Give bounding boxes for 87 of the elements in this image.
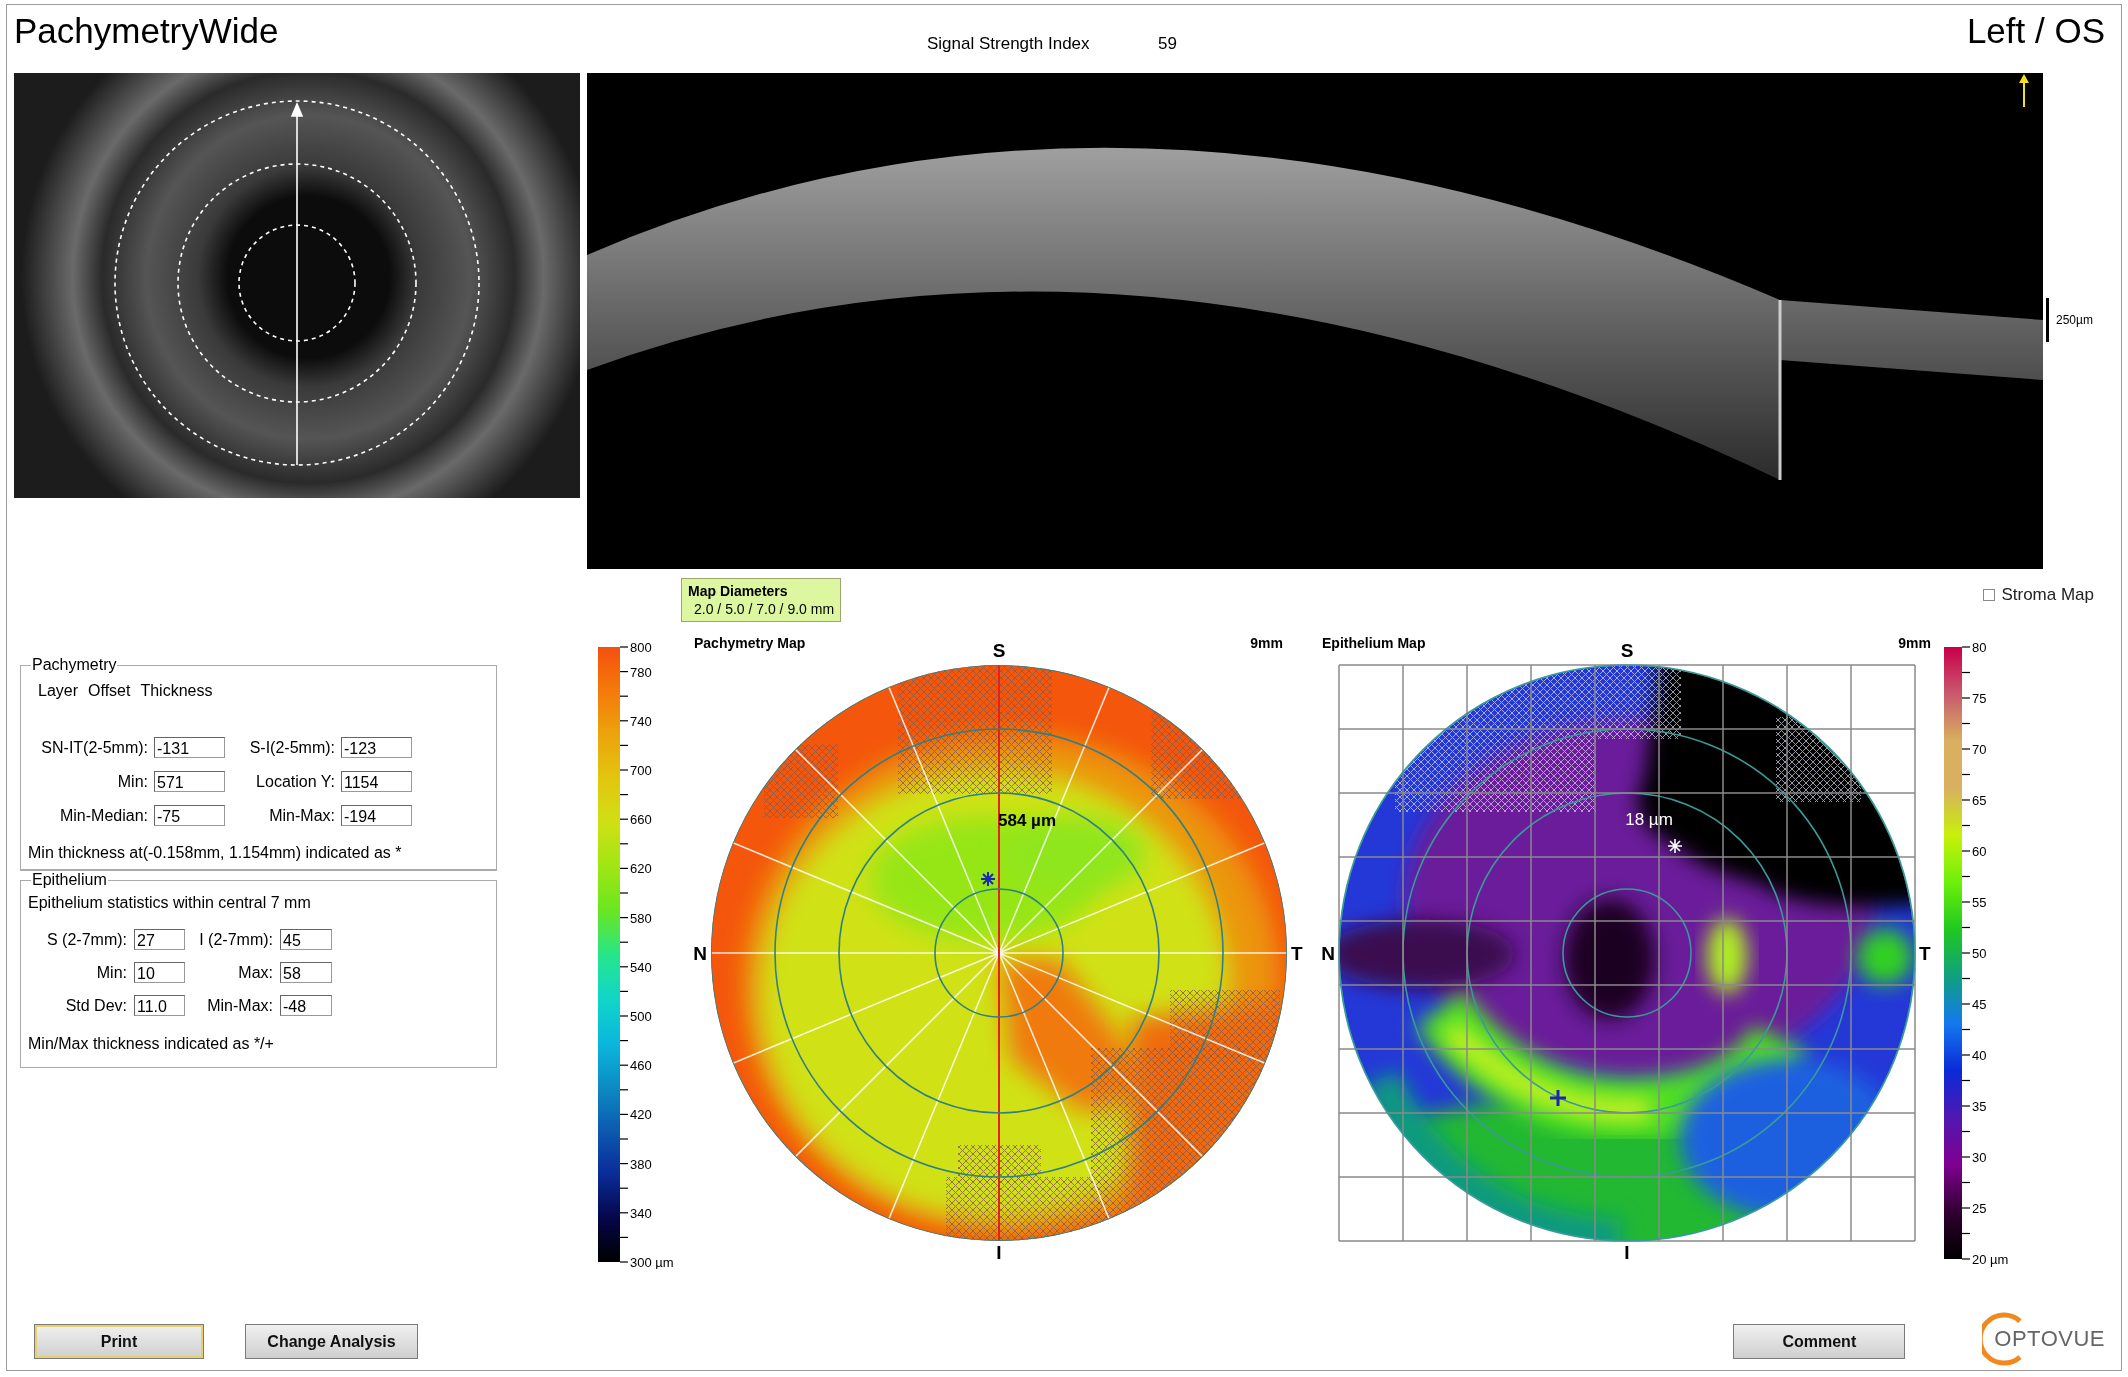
scale-label: 800: [630, 640, 652, 655]
scale-label: 80: [1972, 640, 1987, 655]
value-field: 27: [134, 929, 185, 950]
direction-label: I: [996, 1242, 1002, 1263]
scale-label: 580: [630, 910, 652, 926]
value-field: -75: [154, 805, 225, 826]
value-field: -194: [341, 805, 412, 826]
scale-label: 700: [630, 763, 652, 778]
field-label: S-I(2-5mm):: [248, 738, 335, 757]
value-field: 45: [280, 929, 332, 950]
direction-label: S: [992, 640, 1006, 661]
value-field: 10: [134, 962, 185, 983]
min-thickness-note: Min thickness at(-0.158mm, 1.154mm) indicated as *: [28, 844, 403, 862]
checkbox-box[interactable]: [1983, 589, 1996, 601]
field-label: S (2-7mm):: [46, 930, 127, 949]
scale-label: 60: [1972, 844, 1987, 859]
direction-label: N: [693, 943, 707, 964]
center-thickness-value: 18 µm: [1625, 810, 1673, 829]
action-button[interactable]: Change Analysis: [245, 1324, 418, 1359]
action-button[interactable]: Comment: [1733, 1324, 1906, 1359]
min-max-note: Min/Max thickness indicated as */+: [28, 1035, 275, 1053]
value-field: -48: [280, 995, 332, 1016]
scale-label: 660: [630, 812, 652, 828]
tooltip-value: 2.0 / 5.0 / 7.0 / 9.0 mm: [693, 600, 835, 618]
scale-label: 460: [630, 1058, 652, 1074]
scale-bar: [2046, 298, 2049, 342]
field-label: Min-Median:: [58, 806, 148, 825]
scale-label: 340: [630, 1205, 652, 1221]
field-label: Min-Max:: [268, 806, 335, 825]
field-label: Min:: [116, 772, 148, 791]
arrow-icon: [2017, 73, 2031, 109]
group-title: Pachymetry: [31, 656, 118, 674]
scale-label: 45: [1972, 997, 1987, 1012]
scale-label: 25: [1972, 1201, 1987, 1216]
column-label: Offset: [88, 682, 131, 700]
scale-label: 540: [630, 959, 652, 975]
field-label: Max:: [237, 963, 273, 982]
epithelium-summary: Epithelium statistics within central 7 mm: [28, 894, 312, 912]
direction-label: S: [1620, 640, 1634, 661]
value-field: -123: [341, 737, 412, 758]
scale-label: 740: [630, 713, 652, 729]
field-label: SN-IT(2-5mm):: [40, 738, 148, 757]
column-label: Layer: [38, 682, 79, 700]
scale-label: 620: [630, 861, 652, 877]
direction-label: N: [1321, 943, 1335, 964]
scale-label: 55: [1972, 895, 1987, 910]
scale-label: 35: [1972, 1099, 1987, 1114]
signal-strength-value: 59: [1158, 34, 1177, 54]
scale-label: 20 µm: [1972, 1252, 2009, 1267]
scale-label: 420: [630, 1107, 652, 1123]
eye-label: Left / OS: [1966, 11, 2105, 51]
map-size-label: 9mm: [1898, 635, 1931, 651]
scale-label: 380: [630, 1156, 652, 1172]
column-label: Thickness: [140, 682, 213, 700]
value-field: -131: [154, 737, 225, 758]
value-field: 571: [154, 771, 225, 792]
tooltip-title: Map Diameters: [688, 582, 789, 600]
scale-label: 300 µm: [630, 1255, 674, 1269]
scale-label: 30: [1972, 1150, 1987, 1165]
report-title: PachymetryWide: [14, 11, 280, 51]
scale-label: 70: [1972, 742, 1987, 757]
scale-label: 40: [1972, 1048, 1987, 1063]
direction-label: T: [1291, 943, 1303, 964]
direction-label: T: [1919, 943, 1931, 964]
field-label: Min:: [95, 963, 127, 982]
field-label: I (2-7mm):: [198, 930, 273, 949]
field-label: Location Y:: [255, 772, 335, 791]
scale-label: 65: [1972, 793, 1987, 808]
direction-label: I: [1624, 1242, 1630, 1263]
value-field: 1154: [341, 771, 412, 792]
company-logo: OPTOVUE: [1993, 1326, 2105, 1352]
scale-label: 780: [630, 664, 652, 680]
map-title: Epithelium Map: [1322, 635, 1426, 651]
field-label: Std Dev:: [64, 996, 127, 1015]
group-title: Epithelium: [31, 871, 108, 889]
map-size-label: 9mm: [1250, 635, 1283, 651]
map-title: Pachymetry Map: [694, 635, 806, 651]
scale-label: 75: [1972, 691, 1987, 706]
scale-label: 250µm: [2056, 313, 2093, 327]
stroma-map-checkbox[interactable]: Stroma Map: [1983, 585, 2094, 605]
scale-label: 50: [1972, 946, 1987, 961]
field-label: Min-Max:: [206, 996, 273, 1015]
scale-label: 500: [630, 1009, 652, 1024]
action-button[interactable]: Print: [34, 1324, 204, 1359]
signal-strength-label: Signal Strength Index: [927, 34, 1091, 54]
value-field: 58: [280, 962, 332, 983]
value-field: 11.0: [134, 995, 185, 1016]
